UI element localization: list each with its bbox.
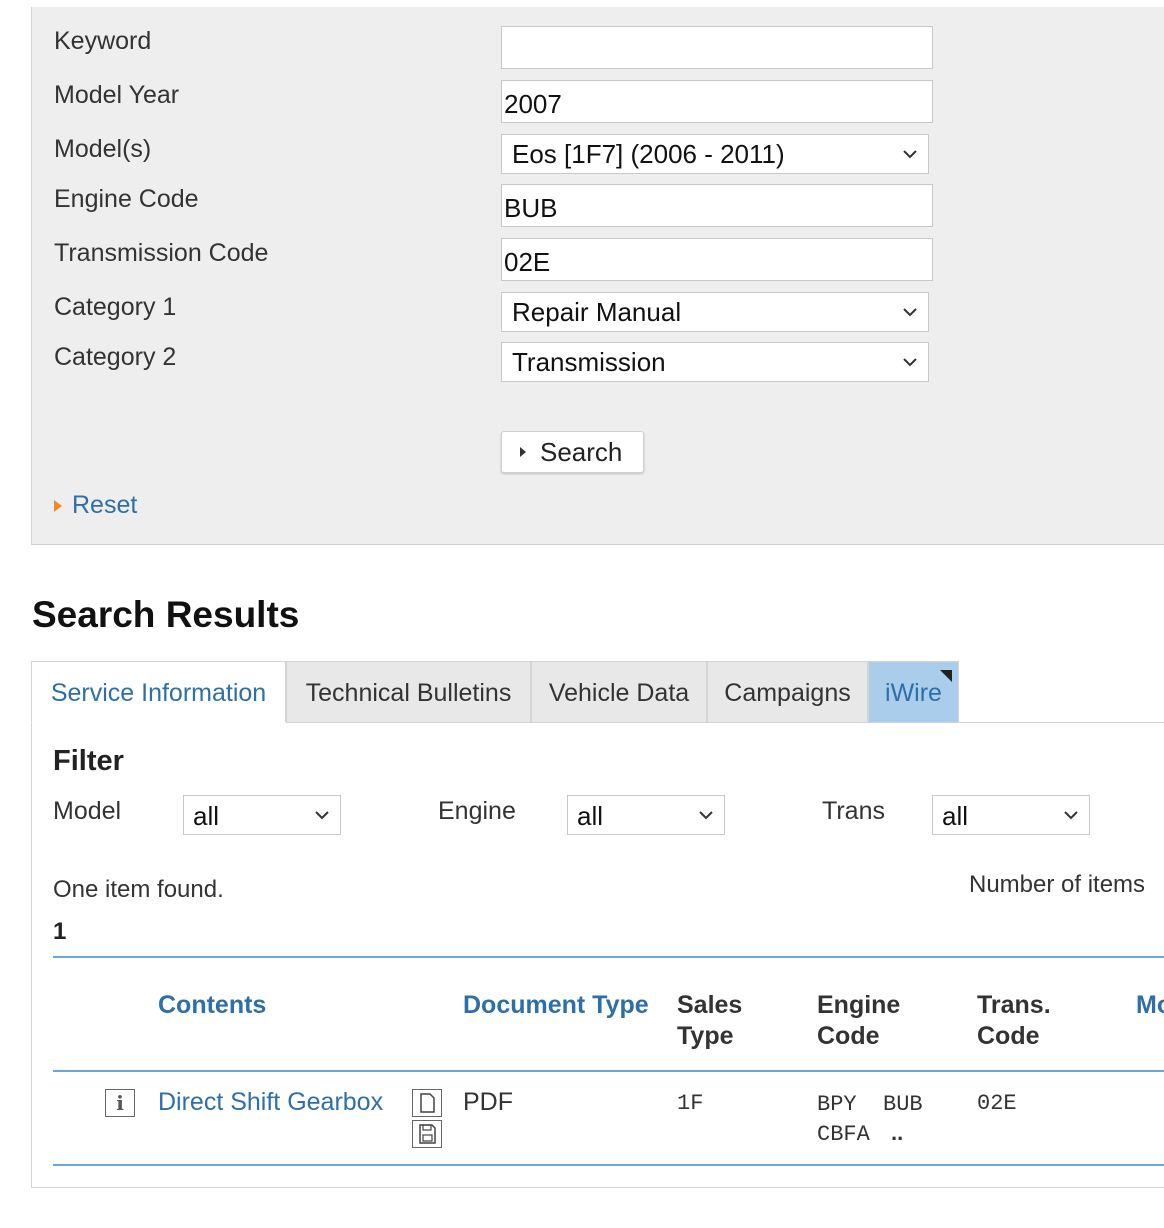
column-header-sales-type-line2: Type	[677, 1022, 734, 1050]
transmission-code-label: Transmission Code	[54, 239, 269, 267]
category1-label: Category 1	[54, 293, 177, 321]
table-header-rule	[53, 1070, 1164, 1072]
table-top-rule	[53, 956, 1164, 958]
category2-select-value: Transmission	[512, 347, 666, 377]
filter-engine-value: all	[577, 801, 604, 831]
filter-title: Filter	[53, 745, 124, 777]
category2-select[interactable]: Transmission	[501, 342, 929, 382]
chevron-down-icon	[315, 811, 329, 820]
column-header-engine-code-line1: Engine	[817, 991, 901, 1019]
engine-code-input[interactable]: BUB	[501, 184, 933, 227]
row-engine-codes-line2: CBFA	[817, 1122, 870, 1147]
model-year-label: Model Year	[54, 81, 180, 109]
category1-select[interactable]: Repair Manual	[501, 292, 929, 332]
tab-campaigns[interactable]: Campaigns	[707, 661, 868, 723]
tab-vehicle-data[interactable]: Vehicle Data	[531, 661, 707, 723]
save-icon-graphic	[419, 1124, 436, 1144]
tab-iwire[interactable]: iWire	[868, 661, 959, 723]
category1-select-value: Repair Manual	[512, 297, 682, 327]
model-year-input[interactable]: 2007	[501, 80, 933, 123]
column-header-document-type[interactable]: Document Type	[463, 990, 649, 1021]
filter-engine-label: Engine	[438, 797, 516, 825]
filter-model-label: Model	[53, 797, 122, 825]
models-select-value: Eos [1F7] (2006 - 2011)	[512, 139, 785, 169]
chevron-down-icon	[903, 150, 917, 159]
filter-trans-value: all	[942, 801, 969, 831]
row-trans-code: 02E	[977, 1091, 1017, 1116]
chevron-down-icon	[903, 358, 917, 367]
column-header-trans-code-line1: Trans.	[977, 991, 1051, 1019]
search-button[interactable]: Search	[501, 431, 644, 473]
filter-model-value: all	[193, 801, 220, 831]
document-icon[interactable]	[412, 1089, 442, 1117]
items-found-text: One item found.	[53, 876, 224, 903]
category2-label: Category 2	[54, 343, 177, 371]
page-number[interactable]: 1	[53, 918, 66, 946]
search-button-label: Search	[540, 437, 623, 467]
reset-link-label: Reset	[72, 491, 138, 519]
results-panel	[31, 722, 1164, 1188]
tab-iwire-label: iWire	[885, 679, 942, 707]
filter-model-select[interactable]: all	[183, 795, 341, 835]
row-engine-more-link[interactable]: ..	[891, 1120, 903, 1146]
info-icon[interactable]: i	[105, 1089, 135, 1117]
column-header-sales-type-line1: Sales	[677, 991, 743, 1019]
filter-trans-label: Trans	[822, 797, 885, 825]
table-bottom-rule	[53, 1164, 1164, 1166]
column-header-trans-code-line2: Code	[977, 1022, 1040, 1050]
chevron-down-icon	[903, 308, 917, 317]
keyword-input[interactable]	[501, 26, 933, 69]
row-document-type: PDF	[463, 1088, 513, 1116]
search-panel: Keyword Model Year 2007 Model(s) Eos [1F…	[31, 7, 1164, 545]
filter-engine-select[interactable]: all	[567, 795, 725, 835]
number-of-items-label: Number of items	[969, 871, 1146, 898]
column-header-more[interactable]: Mo	[1136, 990, 1164, 1021]
column-header-engine-code-line2: Code	[817, 1022, 880, 1050]
triangle-right-icon	[54, 500, 62, 512]
results-title: Search Results	[32, 594, 300, 635]
document-icon-graphic	[420, 1093, 435, 1113]
save-icon[interactable]	[412, 1120, 442, 1148]
row-sales-type: 1F	[677, 1091, 704, 1116]
tab-technical-bulletins[interactable]: Technical Bulletins	[286, 661, 531, 723]
row-engine-codes-line1: BPY BUB	[817, 1092, 923, 1117]
chevron-down-icon	[1064, 811, 1078, 820]
models-select[interactable]: Eos [1F7] (2006 - 2011)	[501, 134, 929, 174]
engine-code-label: Engine Code	[54, 185, 199, 213]
models-label: Model(s)	[54, 135, 152, 163]
column-header-sales-type: Sales Type	[677, 990, 742, 1052]
column-header-contents[interactable]: Contents	[158, 990, 266, 1021]
reset-link[interactable]: Reset	[54, 491, 137, 520]
row-contents-link[interactable]: Direct Shift Gearbox	[158, 1088, 383, 1117]
transmission-code-input[interactable]: 02E	[501, 238, 933, 281]
chevron-down-icon	[699, 811, 713, 820]
column-header-engine-code: Engine Code	[817, 990, 900, 1052]
filter-trans-select[interactable]: all	[932, 795, 1090, 835]
keyword-label: Keyword	[54, 27, 152, 55]
corner-arrow-icon	[940, 670, 952, 682]
triangle-right-icon	[520, 447, 526, 457]
column-header-trans-code: Trans. Code	[977, 990, 1051, 1052]
tab-service-information[interactable]: Service Information	[31, 661, 286, 723]
